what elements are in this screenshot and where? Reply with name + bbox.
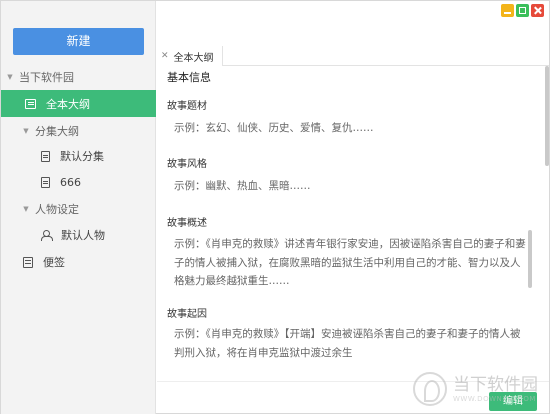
watermark-logo-icon <box>413 372 447 406</box>
tree-item-default-character[interactable]: 默认人物 <box>1 224 156 246</box>
section-scrollbar[interactable] <box>528 230 532 288</box>
section-heading: 基本信息 <box>167 71 211 84</box>
main-panel: ✕ 全本大纲 基本信息 故事题材 示例：玄幻、仙侠、历史、爱情、复仇…… 故事风… <box>157 1 549 414</box>
collapse-arrow-icon[interactable]: ▼ <box>5 73 15 81</box>
section-text: 示例：幽默、热血、黑暗…… <box>174 180 311 192</box>
close-tab-icon[interactable]: ✕ <box>161 51 169 61</box>
watermark: 当下软件园 WWW.DOWNXIA.COM <box>413 365 550 413</box>
document-icon <box>41 150 50 162</box>
tree-label: 分集大纲 <box>35 125 79 138</box>
new-button[interactable]: 新建 <box>13 28 144 55</box>
section-title: 故事起因 <box>167 309 207 320</box>
user-icon <box>41 229 53 241</box>
list-icon <box>25 98 36 109</box>
tree-label: 人物设定 <box>35 203 79 216</box>
section-title: 故事概述 <box>167 218 207 229</box>
notes-icon <box>23 256 33 268</box>
tree-label: 默认人物 <box>61 229 105 242</box>
tree-label: 666 <box>60 175 81 189</box>
app-window: 新建 ▼ 当下软件园 全本大纲 ▼ 分集大纲 默认分集 666 ▼ 人物设定 默 <box>0 0 550 414</box>
tree-group-characters[interactable]: ▼ 人物设定 <box>1 198 156 220</box>
tree-group-episodes[interactable]: ▼ 分集大纲 <box>1 120 156 142</box>
window-controls <box>501 4 544 17</box>
tree-label: 全本大纲 <box>46 97 90 111</box>
tree-label: 默认分集 <box>60 150 104 163</box>
tree-item-outline[interactable]: 全本大纲 <box>1 90 156 117</box>
tree-item-666[interactable]: 666 <box>1 171 156 193</box>
watermark-subtext: WWW.DOWNXIA.COM <box>453 395 536 403</box>
collapse-arrow-icon[interactable]: ▼ <box>21 127 31 135</box>
maximize-icon[interactable] <box>516 4 529 17</box>
section-text: 示例：《肖申克的救赎》讲述青年银行家安迪，因被诬陷杀害自己的妻子和妻子的情人被捕… <box>174 238 526 287</box>
sidebar: 新建 ▼ 当下软件园 全本大纲 ▼ 分集大纲 默认分集 666 ▼ 人物设定 默 <box>1 1 156 414</box>
tree-label: 当下软件园 <box>19 71 74 84</box>
tree-item-notes[interactable]: 便签 <box>1 251 156 273</box>
minimize-icon[interactable] <box>501 4 514 17</box>
main-scrollbar[interactable] <box>545 66 549 166</box>
close-icon[interactable] <box>531 4 544 17</box>
tree-project-root[interactable]: ▼ 当下软件园 <box>1 66 156 88</box>
watermark-text: 当下软件园 <box>453 375 538 395</box>
tree-label: 便签 <box>43 256 65 269</box>
section-title: 故事题材 <box>167 101 207 112</box>
tab-bar: ✕ 全本大纲 <box>157 46 549 66</box>
document-icon <box>41 176 50 188</box>
collapse-arrow-icon[interactable]: ▼ <box>21 205 31 213</box>
section-text: 示例：玄幻、仙侠、历史、爱情、复仇…… <box>174 122 374 134</box>
tree-item-default-episode[interactable]: 默认分集 <box>1 145 156 167</box>
section-text: 示例：《肖申克的救赎》【开端】安迪被诬陷杀害自己的妻子和妻子的情人被判刑入狱，将… <box>174 328 521 359</box>
section-title: 故事风格 <box>167 159 207 170</box>
tab-outline[interactable]: ✕ 全本大纲 <box>157 46 223 66</box>
tab-label: 全本大纲 <box>173 52 214 64</box>
